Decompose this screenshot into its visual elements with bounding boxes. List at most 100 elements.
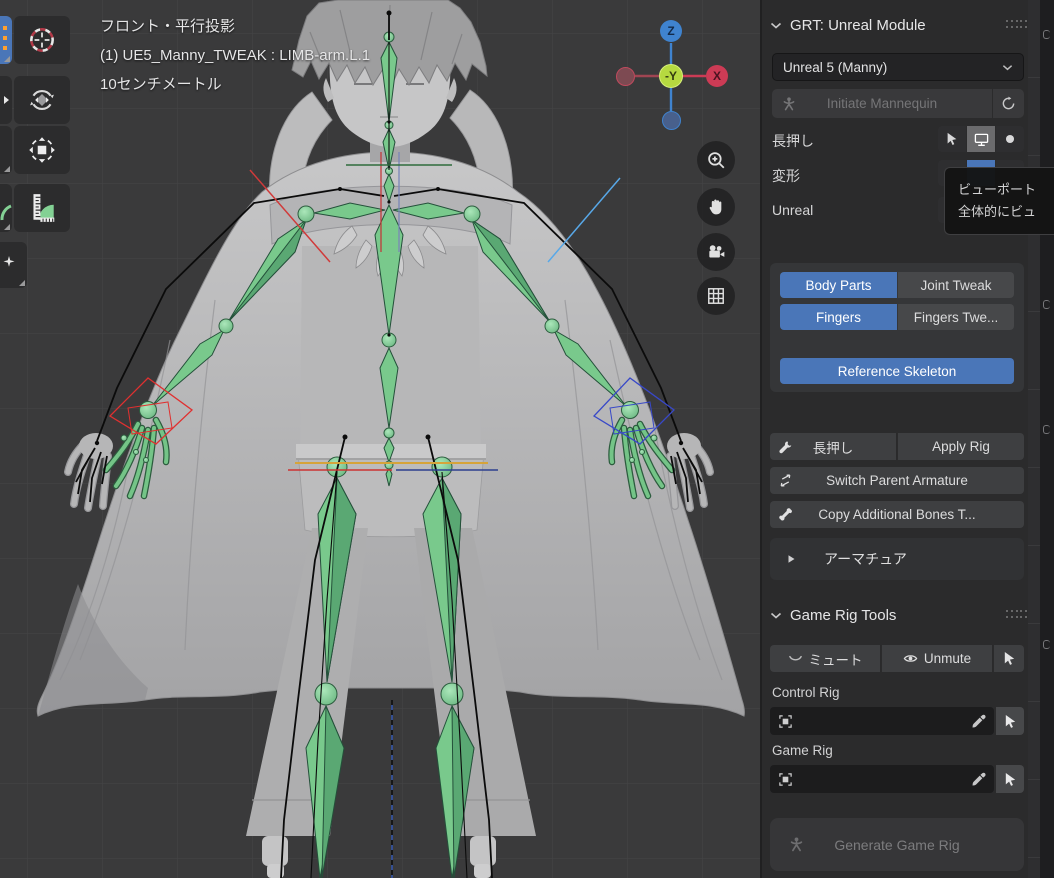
eye-icon [903, 651, 918, 666]
longpress-cursor-toggle[interactable] [938, 126, 966, 152]
control-rig-pick-button[interactable] [996, 707, 1024, 735]
mannequin-icon [781, 96, 797, 112]
tool-move-partial[interactable] [0, 76, 12, 124]
armature-subpanel-header[interactable]: アーマチュア [770, 538, 1024, 580]
rotate-tool-icon [26, 84, 58, 116]
blender-window: フロント・平行投影 (1) UE5_Manny_TWEAK : LIMB-arm… [0, 0, 1054, 878]
unmute-button[interactable]: Unmute [882, 645, 993, 672]
toggle-grid-button[interactable] [697, 277, 735, 315]
longpress-render-toggle[interactable] [996, 126, 1024, 152]
tooltip-line-1: ビューポート [958, 182, 1037, 197]
swap-arrows-icon [778, 473, 793, 488]
object-data-icon [778, 772, 793, 787]
panel-grip-handle[interactable] [1006, 610, 1028, 620]
circle-icon [1003, 132, 1017, 146]
sidebar-scroll-strip[interactable] [1028, 0, 1040, 878]
game-rig-label: Game Rig [772, 743, 833, 758]
select-rig-button[interactable] [994, 645, 1024, 672]
gizmo-axis-x[interactable]: X [706, 65, 728, 87]
fingers-button[interactable]: Fingers [780, 304, 897, 330]
tool-extra-partial[interactable] [0, 242, 27, 288]
eyedropper-icon[interactable] [971, 714, 986, 729]
cursor-arrow-icon [1003, 714, 1018, 729]
cursor-tool-icon [26, 24, 58, 56]
wrench-icon [778, 440, 792, 454]
preset-dropdown-value: Unreal 5 (Manny) [783, 59, 888, 75]
cursor-arrow-icon [1002, 651, 1017, 666]
transform-tool-icon [26, 134, 58, 166]
initiate-mannequin-button[interactable]: Initiate Mannequin [772, 89, 992, 118]
panel-header-game-rig-tools[interactable]: Game Rig Tools [770, 605, 896, 625]
refresh-icon [1001, 96, 1016, 111]
mute-button[interactable]: ミュート [770, 645, 881, 672]
apply-longpress-button[interactable]: 長押し [770, 433, 897, 460]
cursor-arrow-icon [1003, 772, 1018, 787]
tooltip: ビューポート 全体的にビュ [944, 167, 1054, 235]
longpress-viewport-toggle[interactable] [967, 126, 995, 152]
mute-curve-icon [788, 651, 803, 666]
game-rig-pick-button[interactable] [996, 765, 1024, 793]
reference-skeleton-button[interactable]: Reference Skeleton [780, 358, 1014, 384]
gizmo-axis-z[interactable]: Z [660, 20, 682, 42]
gizmo-axis-neg-x[interactable] [616, 67, 635, 86]
active-object-label: (1) UE5_Manny_TWEAK : LIMB-arm.L.1 [100, 47, 371, 64]
eyedropper-icon[interactable] [971, 772, 986, 787]
viewport-3d[interactable]: フロント・平行投影 (1) UE5_Manny_TWEAK : LIMB-arm… [0, 0, 760, 878]
magnifier-plus-icon [706, 150, 726, 170]
tooltip-line-2: 全体的にビュ [958, 204, 1037, 219]
sidebar-tab-strip[interactable] [1040, 0, 1054, 878]
hand-icon [706, 197, 726, 217]
preset-dropdown[interactable]: Unreal 5 (Manny) [772, 53, 1024, 81]
n-panel-sidebar: GRT: Unreal Module Unreal 5 (Manny) Init… [760, 0, 1054, 878]
joint-tweak-button[interactable]: Joint Tweak [898, 272, 1014, 298]
panel-header-grt[interactable]: GRT: Unreal Module [770, 15, 926, 35]
camera-view-button[interactable] [697, 233, 735, 271]
generate-game-rig-button[interactable]: Generate Game Rig [770, 818, 1024, 871]
panel-title: Game Rig Tools [790, 606, 897, 624]
tool-scale-partial[interactable] [0, 126, 12, 174]
chevron-down-icon [1002, 64, 1013, 71]
switch-parent-armature-button[interactable]: Switch Parent Armature [770, 467, 1024, 494]
viewport-header-text: フロント・平行投影 (1) UE5_Manny_TWEAK : LIMB-arm… [100, 12, 370, 99]
grid-icon [706, 286, 726, 306]
apply-rig-button[interactable]: Apply Rig [898, 433, 1024, 460]
gizmo-axis-neg-y[interactable]: -Y [659, 64, 683, 88]
copy-additional-bones-button[interactable]: Copy Additional Bones T... [770, 501, 1024, 528]
fingers-tweak-button[interactable]: Fingers Twe... [898, 304, 1014, 330]
tool-rotate[interactable] [14, 76, 70, 124]
navigation-gizmo[interactable]: Z X -Y [611, 20, 731, 133]
row-longpress-label: 長押し [772, 133, 814, 149]
panel-grip-handle[interactable] [1006, 20, 1028, 30]
zoom-button[interactable] [697, 141, 735, 179]
gizmo-axis-neg-z[interactable] [662, 111, 681, 130]
tool-cursor[interactable] [14, 16, 70, 64]
control-rig-label: Control Rig [772, 685, 840, 700]
tool-annotate-partial[interactable] [0, 184, 12, 232]
pan-button[interactable] [697, 188, 735, 226]
control-rig-field[interactable] [770, 707, 994, 735]
measure-tool-icon [26, 192, 58, 224]
body-parts-button[interactable]: Body Parts [780, 272, 897, 298]
initiate-mannequin-label: Initiate Mannequin [826, 96, 938, 111]
rig-layers-groupbox: Body Parts Joint Tweak Fingers Fingers T… [770, 263, 1024, 392]
row-unreal-label: Unreal [772, 202, 814, 218]
chevron-down-icon [770, 22, 782, 29]
bone-icon [778, 507, 793, 522]
game-rig-field[interactable] [770, 765, 994, 793]
tool-tweak-active[interactable] [0, 16, 12, 64]
tool-transform[interactable] [14, 126, 70, 174]
triangle-right-icon [786, 554, 796, 564]
view-name-label: フロント・平行投影 [100, 18, 236, 35]
camera-icon [706, 242, 726, 262]
cursor-arrow-icon [945, 132, 959, 146]
monitor-icon [974, 132, 989, 147]
mannequin-icon [788, 836, 805, 853]
refresh-button[interactable] [993, 89, 1024, 118]
tool-measure[interactable] [14, 184, 70, 232]
armature-subpanel-label: アーマチュア [824, 551, 907, 567]
chevron-down-icon [770, 612, 782, 619]
panel-title: GRT: Unreal Module [790, 16, 926, 34]
scale-label: 10センチメートル [100, 76, 222, 93]
object-data-icon [778, 714, 793, 729]
move-tool-icon [4, 96, 9, 104]
